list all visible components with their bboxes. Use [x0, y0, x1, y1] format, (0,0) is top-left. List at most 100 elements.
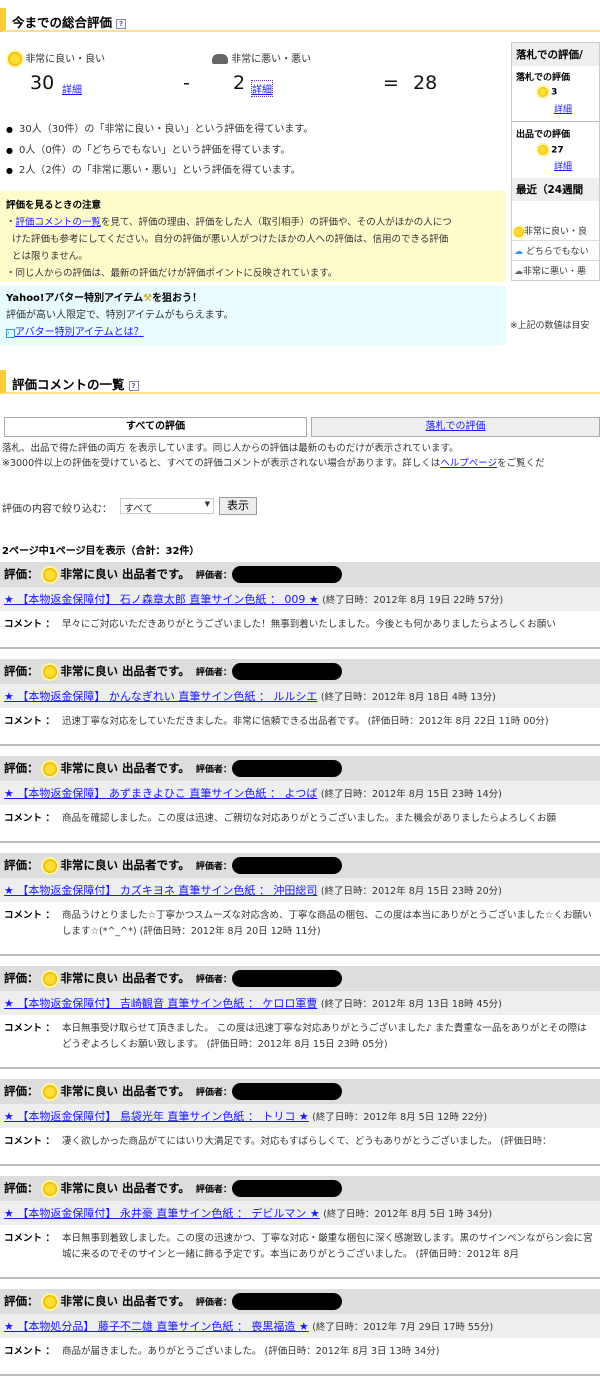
note-line3: とは限りません。	[12, 251, 88, 262]
storm-icon: ☁	[514, 267, 523, 277]
item-link[interactable]: ★ 【本物返金保障付】 カズキヨネ 直筆サイン色紙 ： 沖田総司	[4, 884, 317, 897]
end-date: (終了日時：2012年 8月 5日 12時 22分)	[312, 1112, 488, 1123]
comment-label: コメント ：	[4, 1134, 62, 1150]
comment-colon: ：	[45, 619, 55, 630]
entry-comment: コメント ：凄く欲しかった商品がてにはいり大満足です。対応もすばらしくて、どうも…	[0, 1128, 600, 1156]
feedback-entry: 評価： 非常に良い 出品者です。 評価者： ★ 【本物返金保障付】 吉崎観音 直筆…	[0, 966, 600, 1069]
bullet-neutral: 0人（0件）の「どちらでもない」という評価を得ています。	[6, 141, 313, 156]
rater-label: 評価者：	[195, 975, 232, 985]
filter-label: 評価の内容で絞り込む：	[2, 504, 112, 515]
comment-colon: ：	[45, 716, 55, 727]
summary-title: 今までの総合評価	[12, 15, 113, 30]
help-icon[interactable]: ?	[128, 380, 139, 391]
filter-select[interactable]: すべて ▼	[120, 498, 214, 515]
entry-title-row: ★ 【本物返金保障付】 カズキヨネ 直筆サイン色紙 ： 沖田総司 (終了日時：2…	[0, 878, 600, 902]
minus-sign: -	[183, 72, 190, 94]
item-link[interactable]: ★ 【本物返金保障】 あずまきよひこ 直筆サイン色紙 ： よつば	[4, 787, 317, 800]
chevron-down-icon: ▼	[204, 500, 210, 508]
list-desc2-end: をご覧くだ	[497, 458, 545, 469]
feedback-entry: 評価： 非常に良い 出品者です。 評価者： ★ 【本物返金保障付】 カズキヨネ 直…	[0, 853, 600, 956]
comment-line1: 本日無事到着致しました。この度の迅速かつ、丁寧な対応・厳重な梱包に深く感謝致しま…	[62, 1233, 555, 1244]
rating-value: 非常に良い 出品者です。	[60, 761, 190, 775]
entry-header: 評価： 非常に良い 出品者です。 評価者：	[0, 853, 600, 878]
rating-label: 評価：	[4, 971, 39, 985]
rating-value: 非常に良い 出品者です。	[60, 971, 190, 985]
item-link[interactable]: ★ 【本物返金保障付】 石ノ森章太郎 直筆サイン色紙 ： 009 ★	[4, 593, 319, 606]
recent-neutral: どちらでもない	[525, 247, 589, 257]
rating-sidebar: 落札での評価/ 落札での評価 3 詳細 出品での評価 27 詳細 最近（24週間…	[511, 42, 600, 281]
comment-line1: 商品が届きました。ありがとうございました。 (評価日時：2012年 8月 3日 …	[62, 1346, 440, 1357]
entry-header: 評価： 非常に良い 出品者です。 評価者：	[0, 562, 600, 587]
buy-detail-link[interactable]: 詳細	[554, 105, 572, 115]
comment-list-link[interactable]: 評価コメントの一覧	[16, 217, 102, 228]
bad-label-text: 非常に悪い・悪い	[231, 54, 312, 65]
entry-title-row: ★ 【本物返金保障】 あずまきよひこ 直筆サイン色紙 ： よつば (終了日時：2…	[0, 781, 600, 805]
caution-title: 評価を見るときの注意	[6, 200, 102, 211]
redacted-rater	[231, 566, 342, 583]
rating-label: 評価：	[4, 1084, 39, 1098]
sun-icon	[42, 1294, 57, 1309]
feedback-entry: 評価： 非常に良い 出品者です。 評価者： ★ 【本物返金保障付】 島袋光年 直筆…	[0, 1079, 600, 1166]
feedback-entry: 評価： 非常に良い 出品者です。 評価者： ★ 【本物返金保障付】 永井豪 直筆サ…	[0, 1176, 600, 1279]
filter-value: すべて	[124, 504, 153, 515]
sun-icon	[514, 226, 524, 237]
summary-bullets: 30人（30件）の「非常に良い・良い」という評価を得ています。 0人（0件）の「…	[6, 120, 313, 182]
comment-label-text: コメント	[4, 716, 43, 727]
rating-value: 非常に良い 出品者です。	[60, 1181, 190, 1195]
avatar-promo: Yahoo!アバター特別アイテム⚒を狙おう！ 評価が高い人限定で、特別アイテムが…	[0, 286, 506, 345]
comment-label: コメント ：	[4, 908, 62, 940]
good-detail-link[interactable]: 詳細	[62, 81, 82, 96]
good-label: 非常に良い・良い	[8, 50, 105, 66]
sun-icon	[42, 567, 57, 582]
item-link[interactable]: ★ 【本物返金保障】 かんなぎれい 直筆サイン色紙 ： ルルシエ	[4, 690, 317, 703]
rating-label: 評価：	[4, 1181, 39, 1195]
sun-icon	[42, 761, 57, 776]
item-link[interactable]: ★ 【本物処分品】 藤子不二雄 直筆サイン色紙 ： 喪黒福造 ★	[4, 1320, 309, 1333]
entry-comment: コメント ：本日無事到着致しました。この度の迅速かつ、丁寧な対応・厳重な梱包に深…	[0, 1225, 600, 1269]
entry-comment: コメント ：商品を確認しました。この度は迅速、ご親切な対応ありがとうございました…	[0, 805, 600, 833]
comment-colon: ：	[45, 1136, 55, 1147]
storm-cloud-icon	[212, 54, 228, 64]
tab-buy[interactable]: 落札での評価	[426, 421, 486, 432]
sell-detail-link[interactable]: 詳細	[554, 162, 572, 172]
help-icon[interactable]: ?	[116, 18, 127, 29]
rating-value: 非常に良い 出品者です。	[60, 1084, 190, 1098]
sun-icon	[42, 858, 57, 873]
item-link[interactable]: ★ 【本物返金保障付】 吉崎観音 直筆サイン色紙 ： ケロロ軍曹	[4, 997, 317, 1010]
rating-label: 評価：	[4, 664, 39, 678]
rater-label: 評価者：	[195, 1088, 232, 1098]
sun-icon	[42, 1084, 57, 1099]
comment-colon: ：	[45, 1233, 55, 1244]
rater-label: 評価者：	[195, 668, 232, 678]
tab-all[interactable]: すべての評価	[4, 417, 307, 437]
comment-line1: 商品うけとりました☆丁寧かつスムーズな対応含め、丁寧な商品の梱包、この度は本当に…	[62, 910, 554, 921]
item-link[interactable]: ★ 【本物返金保障付】 島袋光年 直筆サイン色紙 ： トリコ ★	[4, 1110, 309, 1123]
show-button[interactable]: 表示	[219, 497, 257, 515]
comment-label-text: コメント	[4, 619, 43, 630]
entry-header: 評価： 非常に良い 出品者です。 評価者：	[0, 1176, 600, 1201]
rater-label: 評価者：	[195, 765, 232, 775]
end-date: (終了日時：2012年 8月 13日 18時 45分)	[320, 999, 502, 1010]
list-desc1: 落札、出品で得た評価の両方 を表示しています。同じ人からの評価は最新のものだけが…	[2, 443, 459, 454]
comment-line1: 凄く欲しかった商品がてにはいり大満足です。対応もすばらしくて、どうもありがとうご…	[62, 1136, 552, 1147]
entry-title-row: ★ 【本物返金保障付】 吉崎観音 直筆サイン色紙 ： ケロロ軍曹 (終了日時：2…	[0, 991, 600, 1015]
feedback-entry: 評価： 非常に良い 出品者です。 評価者： ★ 【本物処分品】 藤子不二雄 直筆サ…	[0, 1289, 600, 1376]
rating-value: 非常に良い 出品者です。	[60, 858, 190, 872]
rating-value: 非常に良い 出品者です。	[60, 1294, 190, 1308]
help-page-link[interactable]: ヘルプページ	[440, 458, 497, 469]
avatar-link[interactable]: アバター特別アイテムとは？	[15, 327, 144, 338]
note-line1: を見て、評価の理由、評価をした人（取引相手）の評価や、その人がほかの人につ	[101, 217, 452, 228]
arrow-box-icon: ›	[6, 329, 15, 338]
recent-good: 非常に良い・良	[524, 227, 588, 237]
good-label-text: 非常に良い・良い	[25, 54, 106, 65]
bad-detail-link[interactable]: 詳細	[251, 80, 273, 97]
rater-label: 評価者：	[195, 571, 232, 581]
entry-title-row: ★ 【本物返金保障】 かんなぎれい 直筆サイン色紙 ： ルルシエ (終了日時：2…	[0, 684, 600, 708]
item-link[interactable]: ★ 【本物返金保障付】 永井豪 直筆サイン色紙 ： デビルマン ★	[4, 1207, 320, 1220]
feedback-entry: 評価： 非常に良い 出品者です。 評価者： ★ 【本物返金保障】 あずまきよひこ …	[0, 756, 600, 843]
list-title: 評価コメントの一覧	[12, 377, 125, 392]
comment-label: コメント ：	[4, 1021, 62, 1053]
sun-icon	[538, 144, 548, 155]
rating-label: 評価：	[4, 1294, 39, 1308]
list-tabs: すべての評価 落札での評価	[4, 417, 600, 437]
